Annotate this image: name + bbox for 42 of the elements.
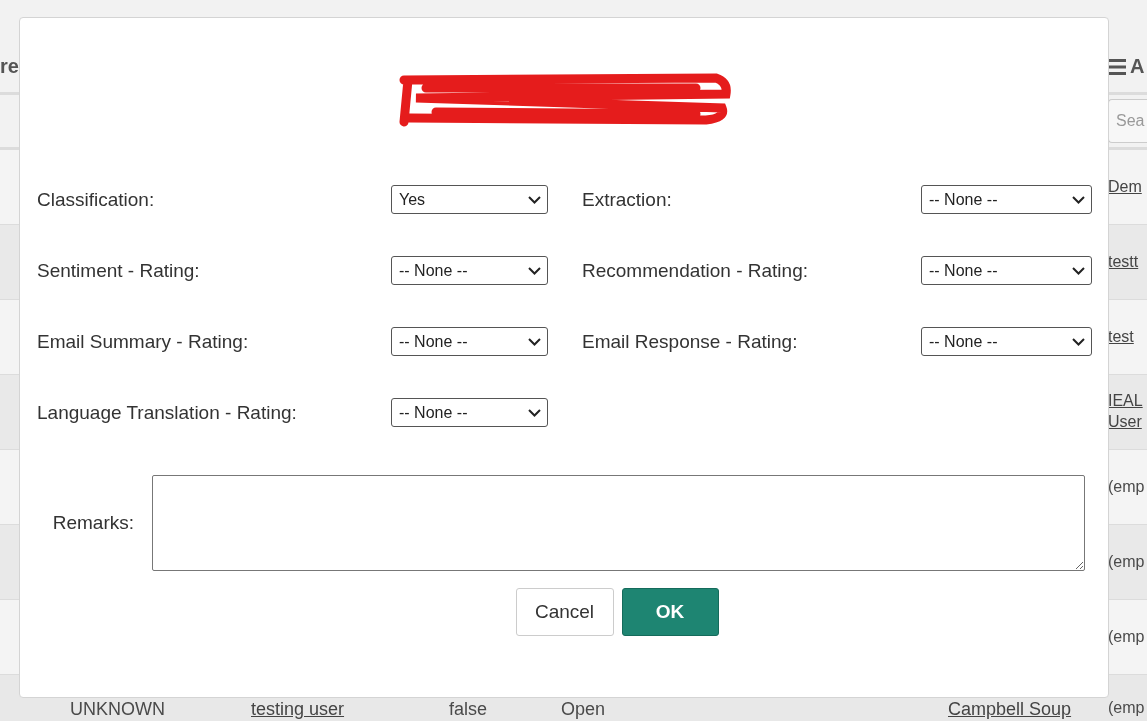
field-label: Email Summary - Rating: bbox=[37, 330, 250, 353]
table-cell-text: (emp bbox=[1108, 476, 1145, 497]
field-label: Email Response - Rating: bbox=[582, 330, 799, 353]
remarks-field[interactable] bbox=[152, 475, 1085, 571]
cancel-button[interactable]: Cancel bbox=[515, 588, 614, 636]
dropdown[interactable]: -- None -- bbox=[921, 256, 1092, 285]
table-link[interactable]: testt bbox=[1108, 251, 1139, 273]
field-label: Extraction: bbox=[582, 188, 673, 211]
table-cell-text: (emp bbox=[1108, 551, 1145, 572]
table-cell: UNKNOWN bbox=[70, 699, 165, 720]
column-header: A bbox=[1130, 55, 1145, 78]
field-label: Language Translation - Rating: bbox=[37, 401, 298, 424]
ok-button[interactable]: OK bbox=[621, 588, 719, 636]
dropdown[interactable]: -- None -- bbox=[391, 327, 548, 356]
table-cell: Open bbox=[561, 699, 606, 720]
chevron-icon bbox=[528, 408, 541, 417]
column-header: re bbox=[0, 55, 20, 78]
table-cell-text: (emp bbox=[1108, 626, 1145, 647]
remarks-label: Remarks: bbox=[51, 512, 134, 534]
table-cell: (emp bbox=[1108, 699, 1145, 717]
chevron-icon bbox=[528, 337, 541, 346]
table-link[interactable]: IEAL User bbox=[1108, 391, 1147, 433]
chevron-icon bbox=[528, 195, 541, 204]
chevron-icon bbox=[528, 266, 541, 275]
menu-icon[interactable] bbox=[1108, 58, 1126, 75]
dropdown[interactable]: -- None -- bbox=[391, 256, 548, 285]
dropdown[interactable]: -- None -- bbox=[921, 327, 1092, 356]
table-link[interactable]: testing user bbox=[251, 699, 345, 720]
chevron-icon bbox=[1072, 195, 1085, 204]
chevron-icon bbox=[1072, 266, 1085, 275]
field-label: Classification: bbox=[37, 188, 156, 211]
dropdown[interactable]: -- None -- bbox=[921, 185, 1092, 214]
table-link[interactable]: Campbell Soup bbox=[948, 699, 1072, 720]
chevron-icon bbox=[1072, 337, 1085, 346]
field-label: Recommendation - Rating: bbox=[582, 259, 809, 282]
table-cell: false bbox=[449, 699, 488, 720]
dropdown[interactable]: Yes bbox=[391, 185, 548, 214]
dropdown[interactable]: -- None -- bbox=[391, 398, 548, 427]
table-link[interactable]: Dem bbox=[1108, 176, 1142, 198]
search-field[interactable]: Sea bbox=[1108, 99, 1147, 143]
field-label: Sentiment - Rating: bbox=[37, 259, 201, 282]
table-link[interactable]: test bbox=[1108, 326, 1134, 348]
